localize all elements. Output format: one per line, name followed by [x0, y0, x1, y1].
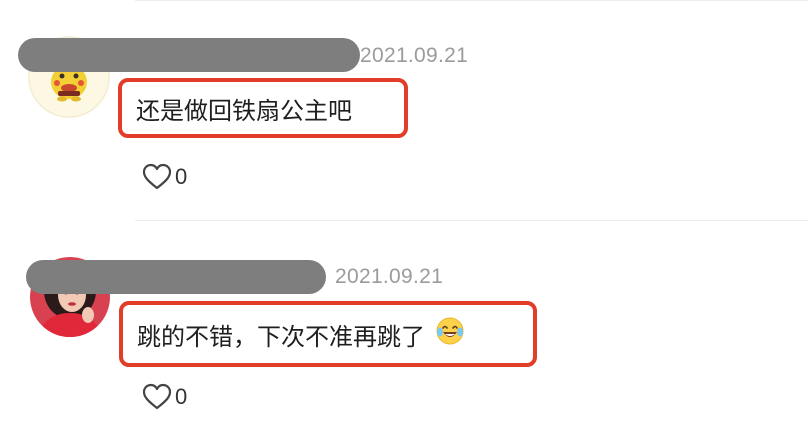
- laughing-tears-emoji-icon: [435, 316, 465, 352]
- comment-date: 2021.09.21: [335, 265, 444, 288]
- like-count: 0: [175, 384, 188, 409]
- comment-text-highlight: 跳的不错，下次不准再跳了: [119, 301, 537, 367]
- like-button[interactable]: 0: [142, 163, 187, 191]
- comment-date: 2021.09.21: [360, 44, 469, 67]
- username-redacted[interactable]: [26, 260, 326, 294]
- username-redacted[interactable]: [18, 38, 360, 72]
- heart-icon[interactable]: [142, 163, 172, 191]
- comment-text: 跳的不错，下次不准再跳了: [137, 322, 425, 351]
- comment-text-highlight: 还是做回铁扇公主吧: [118, 78, 408, 138]
- like-button[interactable]: 0: [142, 383, 187, 411]
- comment-item: 2021.09.21 跳的不错，下次不准再跳了 0: [0, 221, 808, 430]
- heart-icon[interactable]: [142, 383, 172, 411]
- like-count: 0: [175, 164, 188, 189]
- comment-item: 2021.09.21 还是做回铁扇公主吧 0: [0, 0, 808, 220]
- comment-text: 还是做回铁扇公主吧: [136, 96, 352, 125]
